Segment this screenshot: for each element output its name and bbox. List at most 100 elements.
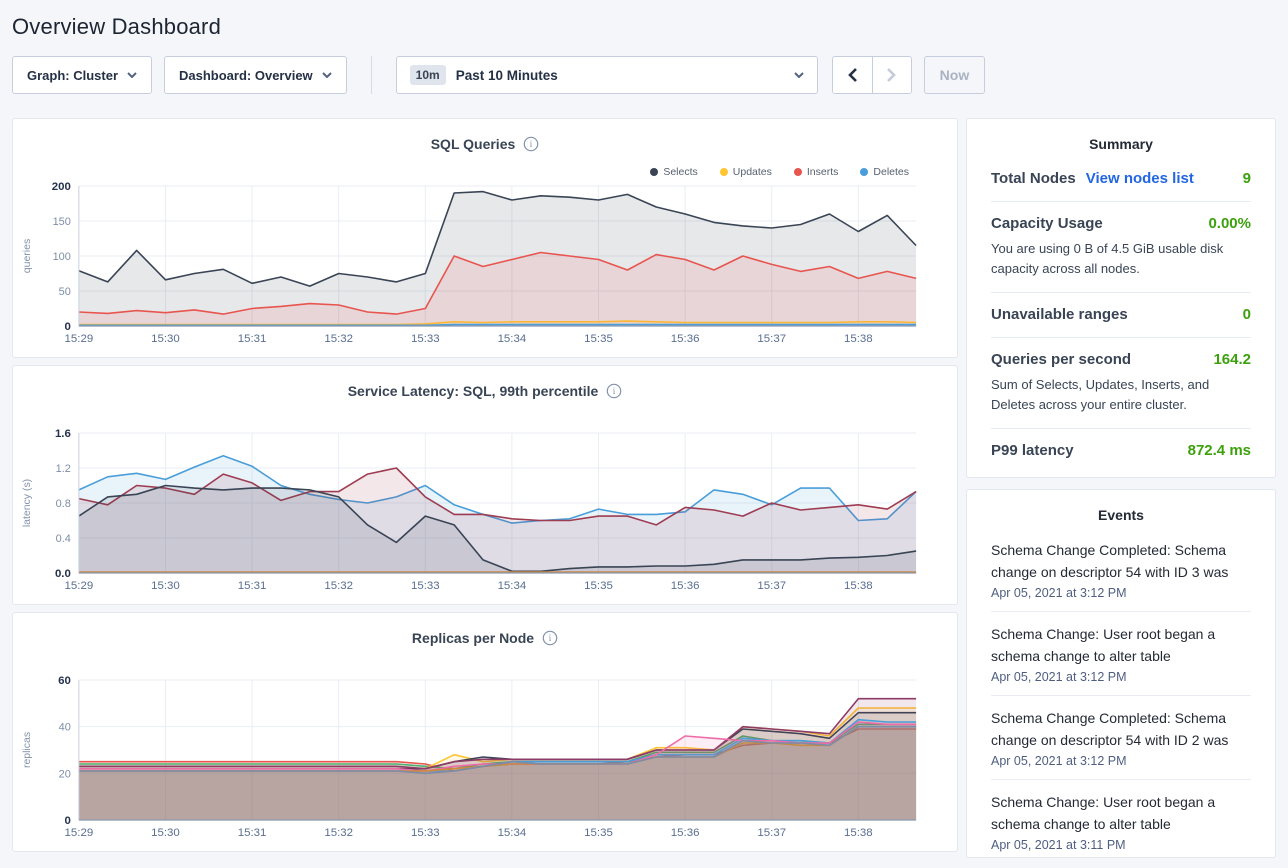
view-nodes-list-link[interactable]: View nodes list [1086, 170, 1194, 187]
chart-panel-replicas-per-node: Replicas per Node i 020406015:2915:3015:… [12, 612, 958, 852]
events-panel: Events Schema Change Completed: Schema c… [966, 489, 1276, 858]
sql-queries-chart[interactable]: 05010015020015:2915:3015:3115:3215:3315:… [14, 172, 956, 354]
chevron-left-icon [848, 68, 857, 82]
svg-text:60: 60 [58, 675, 71, 687]
svg-text:15:30: 15:30 [151, 827, 180, 839]
time-range-picker[interactable]: 10m Past 10 Minutes [396, 56, 818, 94]
svg-text:15:34: 15:34 [498, 580, 527, 592]
event-message: Schema Change: User root began a schema … [991, 791, 1251, 835]
chevron-right-icon [887, 68, 896, 82]
replicas-per-node-chart[interactable]: 020406015:2915:3015:3115:3215:3315:3415:… [14, 666, 956, 848]
summary-row-value: 164.2 [1213, 351, 1251, 368]
svg-text:15:30: 15:30 [151, 333, 180, 345]
chart-title: Service Latency: SQL, 99th percentile [348, 383, 599, 399]
next-interval-button[interactable] [872, 57, 911, 93]
event-timestamp: Apr 05, 2021 at 3:12 PM [991, 670, 1251, 684]
overview-dashboard-page: Overview Dashboard Graph: Cluster Dashbo… [0, 0, 1288, 858]
svg-text:15:33: 15:33 [411, 333, 440, 345]
graph-dropdown[interactable]: Graph: Cluster [12, 56, 152, 94]
svg-text:15:36: 15:36 [671, 333, 700, 345]
svg-text:15:32: 15:32 [324, 333, 353, 345]
chart-title-row: Replicas per Node i [13, 613, 957, 646]
svg-text:15:29: 15:29 [65, 333, 94, 345]
event-message: Schema Change: User root began a schema … [991, 623, 1251, 667]
event-timestamp: Apr 05, 2021 at 3:12 PM [991, 586, 1251, 600]
svg-text:15:29: 15:29 [65, 580, 94, 592]
svg-text:0.8: 0.8 [56, 498, 71, 510]
svg-text:1.2: 1.2 [56, 463, 71, 475]
chart-title-row: SQL Queries i [13, 119, 957, 152]
service-latency-chart[interactable]: 0.00.40.81.21.615:2915:3015:3115:3215:33… [14, 419, 956, 601]
svg-text:15:37: 15:37 [757, 333, 786, 345]
previous-interval-button[interactable] [833, 57, 872, 93]
chart-title: Replicas per Node [412, 630, 534, 646]
chevron-down-icon [127, 72, 137, 78]
summary-row-label: Unavailable ranges [991, 306, 1128, 323]
chevron-down-icon [794, 72, 804, 78]
svg-text:latency (s): latency (s) [22, 479, 33, 527]
svg-text:15:36: 15:36 [671, 580, 700, 592]
svg-text:150: 150 [53, 216, 71, 228]
sidebar-column: Summary Total Nodes View nodes list 9 Capac… [966, 118, 1276, 858]
info-icon[interactable]: i [606, 383, 622, 399]
charts-column: SQL Queries i SelectsUpdatesInsertsDelet… [12, 118, 958, 852]
svg-text:200: 200 [52, 181, 71, 193]
dashboard-dropdown[interactable]: Dashboard: Overview [164, 56, 347, 94]
info-icon[interactable]: i [523, 136, 539, 152]
svg-text:15:35: 15:35 [584, 827, 613, 839]
graph-dropdown-label: Graph: Cluster [27, 68, 118, 83]
info-icon[interactable]: i [542, 630, 558, 646]
svg-text:i: i [613, 386, 616, 396]
event-message: Schema Change Completed: Schema change o… [991, 539, 1251, 583]
toolbar: Graph: Cluster Dashboard: Overview 10m P… [12, 56, 1276, 94]
chart-title: SQL Queries [431, 136, 516, 152]
event-item: Schema Change Completed: Schema change o… [991, 696, 1251, 780]
svg-text:15:31: 15:31 [238, 580, 267, 592]
events-title: Events [991, 490, 1251, 528]
summary-row-label: Total Nodes [991, 170, 1076, 187]
svg-text:15:37: 15:37 [757, 827, 786, 839]
chart-panel-service-latency: Service Latency: SQL, 99th percentile i … [12, 365, 958, 605]
svg-text:50: 50 [59, 286, 71, 298]
chart-title-row: Service Latency: SQL, 99th percentile i [13, 366, 957, 399]
now-button[interactable]: Now [924, 56, 986, 94]
summary-row: Unavailable ranges 0 [991, 293, 1251, 338]
summary-row-label: P99 latency [991, 442, 1074, 459]
time-step-buttons [832, 56, 912, 94]
event-message: Schema Change Completed: Schema change o… [991, 707, 1251, 751]
chart-panel-sql-queries: SQL Queries i SelectsUpdatesInsertsDelet… [12, 118, 958, 358]
svg-text:40: 40 [59, 722, 71, 734]
svg-text:15:34: 15:34 [498, 827, 527, 839]
svg-text:15:32: 15:32 [324, 827, 353, 839]
summary-rows: Total Nodes View nodes list 9 Capacity Usag… [991, 157, 1251, 473]
svg-text:0.0: 0.0 [55, 568, 71, 580]
svg-text:0: 0 [64, 321, 70, 333]
summary-row-value: 0.00% [1208, 215, 1251, 232]
summary-row-label: Capacity Usage [991, 215, 1103, 232]
svg-text:15:33: 15:33 [411, 827, 440, 839]
svg-text:replicas: replicas [22, 732, 33, 768]
svg-text:15:37: 15:37 [757, 580, 786, 592]
svg-text:15:30: 15:30 [151, 580, 180, 592]
summary-row: Capacity Usage0.00%You are using 0 B of … [991, 202, 1251, 293]
summary-row: Total Nodes View nodes list 9 [991, 157, 1251, 202]
svg-text:queries: queries [22, 239, 33, 273]
svg-text:15:38: 15:38 [844, 580, 873, 592]
event-timestamp: Apr 05, 2021 at 3:12 PM [991, 754, 1251, 768]
event-item: Schema Change Completed: Schema change o… [991, 528, 1251, 612]
svg-text:15:36: 15:36 [671, 827, 700, 839]
summary-row-value: 0 [1243, 306, 1251, 323]
svg-text:i: i [549, 633, 552, 643]
events-list: Schema Change Completed: Schema change o… [991, 528, 1251, 858]
summary-row-value: 9 [1243, 170, 1251, 187]
svg-text:0.4: 0.4 [56, 533, 71, 545]
summary-row: Queries per second164.2Sum of Selects, U… [991, 338, 1251, 429]
time-range-badge: 10m [410, 65, 446, 85]
summary-title: Summary [991, 119, 1251, 157]
summary-row-label: Queries per second [991, 351, 1131, 368]
svg-text:0: 0 [64, 815, 70, 827]
chevron-down-icon [322, 72, 332, 78]
summary-panel: Summary Total Nodes View nodes list 9 Capac… [966, 118, 1276, 478]
event-item: Schema Change: User root began a schema … [991, 612, 1251, 696]
time-range-label: Past 10 Minutes [456, 68, 558, 83]
